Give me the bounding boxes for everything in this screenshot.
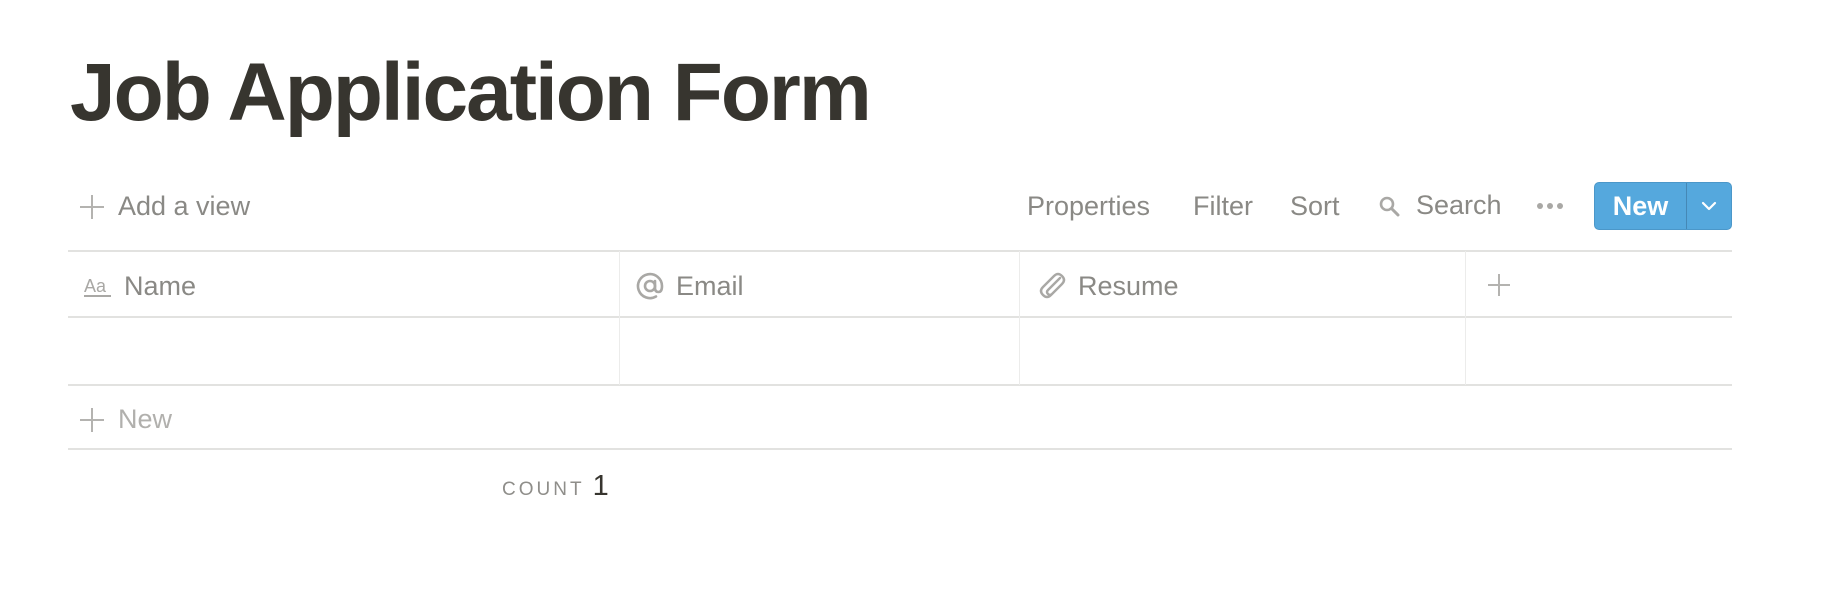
table-cell-resume[interactable]: [1020, 318, 1465, 384]
paperclip-icon: [1038, 272, 1066, 300]
count-value: 1: [592, 470, 609, 502]
more-horizontal-icon: [1537, 203, 1543, 209]
add-row-label: New: [118, 404, 173, 434]
at-sign-icon: [636, 272, 664, 300]
search-icon: [1378, 195, 1400, 217]
count-summary[interactable]: COUNT 1: [502, 470, 609, 503]
more-options-button[interactable]: [1537, 203, 1563, 209]
column-header-label: Name: [124, 270, 197, 301]
plus-icon: [80, 195, 104, 219]
filter-button[interactable]: Filter: [1193, 193, 1253, 220]
search-button[interactable]: Search: [1378, 192, 1502, 219]
column-header-label: Email: [676, 270, 744, 301]
text-aa-icon: Aa: [84, 273, 112, 299]
add-column-button[interactable]: [1488, 274, 1512, 298]
more-dot: [1557, 203, 1563, 209]
count-label: COUNT: [502, 479, 585, 500]
table-cell-empty[interactable]: [1466, 318, 1732, 384]
add-view-button[interactable]: Add a view: [80, 193, 250, 220]
table-cell-name[interactable]: [68, 318, 619, 384]
search-label: Search: [1416, 190, 1502, 220]
new-button[interactable]: New: [1595, 183, 1687, 229]
sort-button[interactable]: Sort: [1290, 193, 1340, 220]
svg-text:Aa: Aa: [84, 276, 107, 296]
properties-button[interactable]: Properties: [1027, 193, 1150, 220]
row-bottom-border: [68, 384, 1732, 386]
new-dropdown-button[interactable]: [1687, 183, 1731, 229]
add-row-button[interactable]: New: [80, 404, 172, 435]
table-bottom-border: [68, 448, 1732, 450]
column-header-name[interactable]: Aa Name: [84, 270, 196, 302]
plus-icon: [80, 408, 104, 432]
chevron-down-icon: [1701, 201, 1717, 211]
column-header-email[interactable]: Email: [636, 270, 744, 302]
more-dot: [1547, 203, 1553, 209]
add-view-label: Add a view: [118, 191, 251, 221]
column-header-label: Resume: [1078, 270, 1179, 301]
table-cell-email[interactable]: [620, 318, 1019, 384]
table-top-border: [68, 250, 1732, 252]
page-title: Job Application Form: [70, 47, 872, 138]
column-header-resume[interactable]: Resume: [1038, 270, 1179, 302]
new-button-group: New: [1594, 182, 1732, 230]
plus-icon: [1488, 274, 1510, 296]
